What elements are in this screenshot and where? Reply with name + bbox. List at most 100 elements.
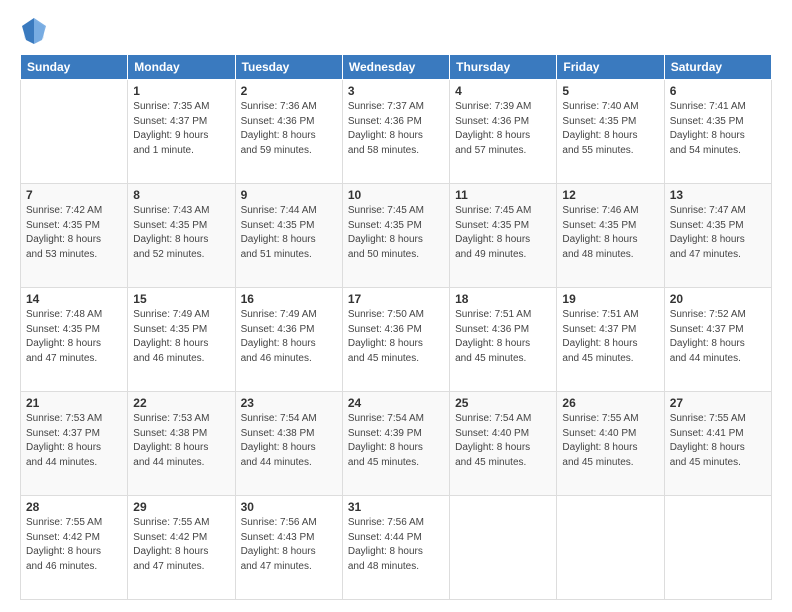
day-cell: 2 Sunrise: 7:36 AM Sunset: 4:36 PM Daylig… [235, 80, 342, 184]
day-info: Sunrise: 7:36 AM Sunset: 4:36 PM Dayligh… [241, 100, 337, 158]
day-cell: 22Sunrise: 7:53 AM Sunset: 4:38 PM Dayli… [128, 392, 235, 496]
day-cell: 4 Sunrise: 7:39 AM Sunset: 4:36 PM Daylig… [450, 80, 557, 184]
day-number: 12 [562, 188, 658, 202]
day-number: 3 [348, 84, 444, 98]
header [20, 16, 772, 44]
day-cell: 17Sunrise: 7:50 AM Sunset: 4:36 PM Dayli… [342, 288, 449, 392]
day-cell [664, 496, 771, 600]
day-info: Sunrise: 7:35 AM Sunset: 4:37 PM Dayligh… [133, 100, 229, 158]
day-number: 10 [348, 188, 444, 202]
day-cell [557, 496, 664, 600]
weekday-header-thursday: Thursday [450, 55, 557, 80]
day-number: 21 [26, 396, 122, 410]
day-number: 27 [670, 396, 766, 410]
day-cell: 28 Sunrise: 7:55 AM Sunset: 4:42 PM Dayli… [21, 496, 128, 600]
page: SundayMondayTuesdayWednesdayThursdayFrid… [0, 0, 792, 612]
day-number: 2 [241, 84, 337, 98]
week-row-3: 14 Sunrise: 7:48 AM Sunset: 4:35 PM Dayli… [21, 288, 772, 392]
day-cell: 3 Sunrise: 7:37 AM Sunset: 4:36 PM Daylig… [342, 80, 449, 184]
day-info: Sunrise: 7:54 AM Sunset: 4:40 PM Dayligh… [455, 412, 551, 470]
day-number: 7 [26, 188, 122, 202]
weekday-header-tuesday: Tuesday [235, 55, 342, 80]
day-number: 18 [455, 292, 551, 306]
day-number: 15 [133, 292, 229, 306]
day-info: Sunrise: 7:39 AM Sunset: 4:36 PM Dayligh… [455, 100, 551, 158]
day-number: 11 [455, 188, 551, 202]
day-number: 1 [133, 84, 229, 98]
day-cell: 9 Sunrise: 7:44 AM Sunset: 4:35 PM Daylig… [235, 184, 342, 288]
day-info: Sunrise: 7:53 AM Sunset: 4:38 PM Dayligh… [133, 412, 229, 470]
day-cell [450, 496, 557, 600]
day-info: Sunrise: 7:44 AM Sunset: 4:35 PM Dayligh… [241, 204, 337, 262]
day-number: 19 [562, 292, 658, 306]
day-info: Sunrise: 7:45 AM Sunset: 4:35 PM Dayligh… [455, 204, 551, 262]
day-cell: 8 Sunrise: 7:43 AM Sunset: 4:35 PM Daylig… [128, 184, 235, 288]
day-number: 25 [455, 396, 551, 410]
day-info: Sunrise: 7:51 AM Sunset: 4:36 PM Dayligh… [455, 308, 551, 366]
week-row-5: 28 Sunrise: 7:55 AM Sunset: 4:42 PM Dayli… [21, 496, 772, 600]
day-info: Sunrise: 7:48 AM Sunset: 4:35 PM Dayligh… [26, 308, 122, 366]
day-info: Sunrise: 7:51 AM Sunset: 4:37 PM Dayligh… [562, 308, 658, 366]
day-cell: 18 Sunrise: 7:51 AM Sunset: 4:36 PM Dayli… [450, 288, 557, 392]
weekday-header-saturday: Saturday [664, 55, 771, 80]
day-info: Sunrise: 7:55 AM Sunset: 4:40 PM Dayligh… [562, 412, 658, 470]
day-cell: 21 Sunrise: 7:53 AM Sunset: 4:37 PM Dayli… [21, 392, 128, 496]
week-row-1: 1 Sunrise: 7:35 AM Sunset: 4:37 PM Daylig… [21, 80, 772, 184]
day-cell: 5 Sunrise: 7:40 AM Sunset: 4:35 PM Daylig… [557, 80, 664, 184]
day-cell: 23 Sunrise: 7:54 AM Sunset: 4:38 PM Dayli… [235, 392, 342, 496]
day-cell: 29Sunrise: 7:55 AM Sunset: 4:42 PM Dayli… [128, 496, 235, 600]
day-number: 9 [241, 188, 337, 202]
weekday-header-row: SundayMondayTuesdayWednesdayThursdayFrid… [21, 55, 772, 80]
day-cell: 26 Sunrise: 7:55 AM Sunset: 4:40 PM Dayli… [557, 392, 664, 496]
day-info: Sunrise: 7:37 AM Sunset: 4:36 PM Dayligh… [348, 100, 444, 158]
day-number: 31 [348, 500, 444, 514]
day-info: Sunrise: 7:49 AM Sunset: 4:35 PM Dayligh… [133, 308, 229, 366]
day-info: Sunrise: 7:55 AM Sunset: 4:42 PM Dayligh… [133, 516, 229, 574]
week-row-4: 21 Sunrise: 7:53 AM Sunset: 4:37 PM Dayli… [21, 392, 772, 496]
logo-icon [20, 16, 48, 44]
day-number: 14 [26, 292, 122, 306]
day-info: Sunrise: 7:45 AM Sunset: 4:35 PM Dayligh… [348, 204, 444, 262]
day-number: 5 [562, 84, 658, 98]
day-number: 28 [26, 500, 122, 514]
day-number: 23 [241, 396, 337, 410]
day-info: Sunrise: 7:41 AM Sunset: 4:35 PM Dayligh… [670, 100, 766, 158]
day-number: 17 [348, 292, 444, 306]
day-info: Sunrise: 7:47 AM Sunset: 4:35 PM Dayligh… [670, 204, 766, 262]
day-cell: 7 Sunrise: 7:42 AM Sunset: 4:35 PM Daylig… [21, 184, 128, 288]
day-info: Sunrise: 7:52 AM Sunset: 4:37 PM Dayligh… [670, 308, 766, 366]
day-number: 4 [455, 84, 551, 98]
day-cell: 10 Sunrise: 7:45 AM Sunset: 4:35 PM Dayli… [342, 184, 449, 288]
day-number: 6 [670, 84, 766, 98]
day-info: Sunrise: 7:53 AM Sunset: 4:37 PM Dayligh… [26, 412, 122, 470]
day-cell: 13 Sunrise: 7:47 AM Sunset: 4:35 PM Dayli… [664, 184, 771, 288]
day-cell: 16Sunrise: 7:49 AM Sunset: 4:36 PM Dayli… [235, 288, 342, 392]
day-cell: 27 Sunrise: 7:55 AM Sunset: 4:41 PM Dayli… [664, 392, 771, 496]
day-info: Sunrise: 7:56 AM Sunset: 4:43 PM Dayligh… [241, 516, 337, 574]
day-cell [21, 80, 128, 184]
day-cell: 1 Sunrise: 7:35 AM Sunset: 4:37 PM Daylig… [128, 80, 235, 184]
day-info: Sunrise: 7:40 AM Sunset: 4:35 PM Dayligh… [562, 100, 658, 158]
day-number: 24 [348, 396, 444, 410]
day-number: 13 [670, 188, 766, 202]
weekday-header-wednesday: Wednesday [342, 55, 449, 80]
weekday-header-sunday: Sunday [21, 55, 128, 80]
day-info: Sunrise: 7:46 AM Sunset: 4:35 PM Dayligh… [562, 204, 658, 262]
day-info: Sunrise: 7:55 AM Sunset: 4:41 PM Dayligh… [670, 412, 766, 470]
day-info: Sunrise: 7:56 AM Sunset: 4:44 PM Dayligh… [348, 516, 444, 574]
logo [20, 16, 50, 44]
day-info: Sunrise: 7:54 AM Sunset: 4:39 PM Dayligh… [348, 412, 444, 470]
day-number: 8 [133, 188, 229, 202]
day-number: 26 [562, 396, 658, 410]
day-info: Sunrise: 7:55 AM Sunset: 4:42 PM Dayligh… [26, 516, 122, 574]
calendar: SundayMondayTuesdayWednesdayThursdayFrid… [20, 54, 772, 600]
day-cell: 12 Sunrise: 7:46 AM Sunset: 4:35 PM Dayli… [557, 184, 664, 288]
day-number: 30 [241, 500, 337, 514]
weekday-header-friday: Friday [557, 55, 664, 80]
day-number: 20 [670, 292, 766, 306]
day-cell: 6 Sunrise: 7:41 AM Sunset: 4:35 PM Daylig… [664, 80, 771, 184]
day-info: Sunrise: 7:42 AM Sunset: 4:35 PM Dayligh… [26, 204, 122, 262]
day-info: Sunrise: 7:43 AM Sunset: 4:35 PM Dayligh… [133, 204, 229, 262]
day-cell: 14 Sunrise: 7:48 AM Sunset: 4:35 PM Dayli… [21, 288, 128, 392]
day-info: Sunrise: 7:54 AM Sunset: 4:38 PM Dayligh… [241, 412, 337, 470]
